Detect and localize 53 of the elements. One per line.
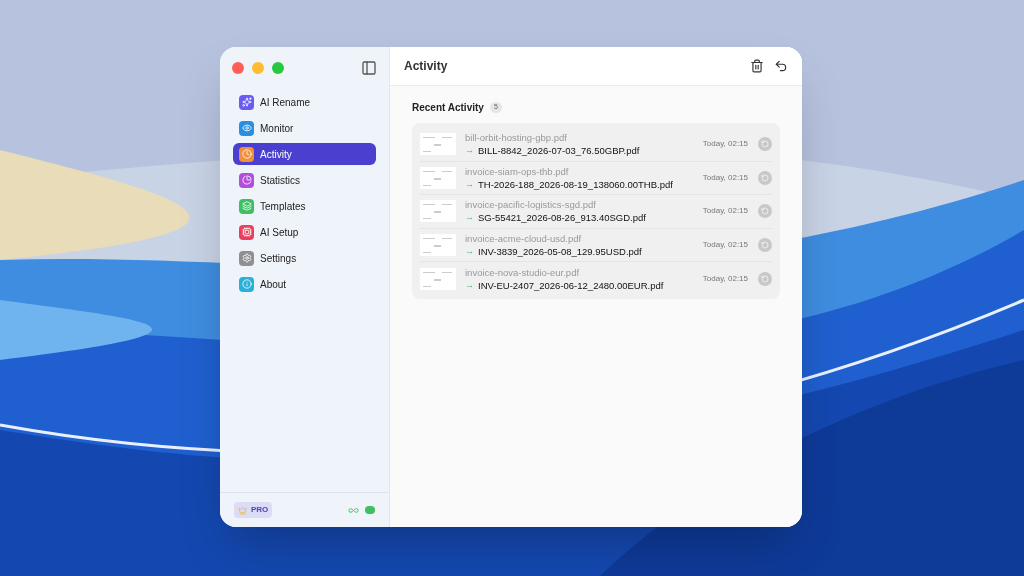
undo-icon[interactable] xyxy=(774,59,788,73)
arrow-icon: → xyxy=(465,143,474,157)
close-button[interactable] xyxy=(232,62,244,74)
trash-icon[interactable] xyxy=(750,59,764,73)
sidebar-item[interactable]: Settings xyxy=(233,247,376,269)
activity-row[interactable]: invoice-pacific-logistics-sgd.pdf → SG-55421_2026-08-26_913.40SGD.pdf Today, 02:15 xyxy=(420,194,772,228)
revert-button[interactable] xyxy=(758,238,772,253)
arrow-icon: → xyxy=(465,278,474,292)
timestamp: Today, 02:15 xyxy=(702,171,748,184)
activity-row[interactable]: bill-orbit-hosting-gbp.pdf → BILL-8842_2026-07-03_76.50GBP.pdf Today, 02:15 xyxy=(420,127,772,161)
document-thumbnail xyxy=(420,200,456,223)
arrow-icon: → xyxy=(465,177,474,191)
original-filename: invoice-pacific-logistics-sgd.pdf xyxy=(465,198,597,212)
timestamp: Today, 02:15 xyxy=(702,272,748,285)
sidebar-item[interactable]: AI Setup xyxy=(233,221,376,243)
sidebar-toggle-icon[interactable] xyxy=(361,60,377,76)
timestamp: Today, 02:15 xyxy=(702,239,748,252)
renamed-filename: INV-EU-2407_2026-06-12_2480.00EUR.pdf xyxy=(478,278,664,292)
revert-button[interactable] xyxy=(758,136,772,151)
renamed-filename: INV-3839_2026-05-08_129.95USD.pdf xyxy=(478,245,642,259)
sidebar-item[interactable]: About xyxy=(233,273,376,295)
activity-row[interactable]: invoice-siam-ops-thb.pdf → TH-2026-188_2026-08-19_138060.00THB.pdf Today, 02:15 xyxy=(420,160,772,195)
minimize-button[interactable] xyxy=(252,62,264,74)
document-thumbnail xyxy=(420,234,456,257)
original-filename: invoice-acme-cloud-usd.pdf xyxy=(465,232,583,246)
sidebar-item[interactable]: AI Rename xyxy=(233,91,376,113)
revert-button[interactable] xyxy=(758,204,772,219)
sidebar-item[interactable]: Monitor xyxy=(233,117,376,139)
arrow-icon: → xyxy=(465,211,474,225)
renamed-filename: TH-2026-188_2026-08-19_138060.00THB.pdf xyxy=(478,177,673,191)
status-icon xyxy=(365,506,375,514)
document-thumbnail xyxy=(420,132,456,155)
pro-badge[interactable]: PRO xyxy=(234,502,273,518)
activity-row[interactable]: invoice-acme-cloud-usd.pdf → INV-3839_2026-05-08_129.95USD.pdf Today, 02:15 xyxy=(420,227,772,262)
original-filename: invoice-nova-studio-eur.pdf xyxy=(465,265,581,279)
original-filename: bill-orbit-hosting-gbp.pdf xyxy=(465,130,568,144)
section-title: Recent Activity xyxy=(412,101,484,115)
document-thumbnail xyxy=(420,267,456,290)
sidebar-item[interactable]: Templates xyxy=(233,195,376,217)
revert-button[interactable] xyxy=(758,271,772,286)
window-title: Activity xyxy=(404,58,448,75)
revert-button[interactable] xyxy=(758,170,772,185)
sidebar-item[interactable]: Activity xyxy=(233,143,376,165)
renamed-filename: SG-55421_2026-08-26_913.40SGD.pdf xyxy=(478,211,646,225)
activity-row[interactable]: invoice-nova-studio-eur.pdf → INV-EU-2407_2026-06-12_2480.00EUR.pdf Today, 02:15 xyxy=(420,261,772,295)
sidebar-item[interactable]: Statistics xyxy=(233,169,376,191)
timestamp: Today, 02:15 xyxy=(702,205,748,218)
arrow-icon: → xyxy=(465,245,474,259)
renamed-filename: BILL-8842_2026-07-03_76.50GBP.pdf xyxy=(478,143,640,157)
document-thumbnail xyxy=(420,166,456,189)
timestamp: Today, 02:15 xyxy=(702,137,748,150)
zoom-button[interactable] xyxy=(272,62,284,74)
original-filename: invoice-siam-ops-thb.pdf xyxy=(465,164,570,178)
